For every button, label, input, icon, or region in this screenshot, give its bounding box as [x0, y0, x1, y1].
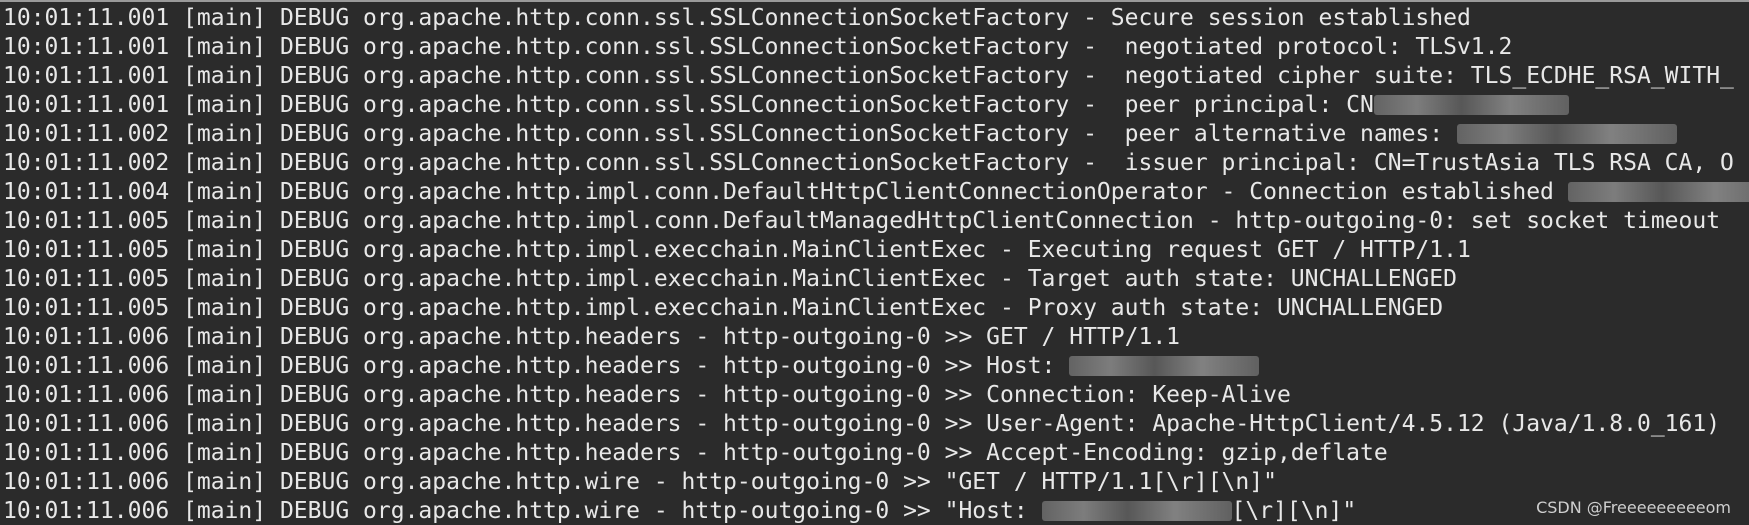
- log-line-text: 10:01:11.001 [main] DEBUG org.apache.htt…: [3, 92, 1374, 118]
- log-line-text: 10:01:11.006 [main] DEBUG org.apache.htt…: [3, 440, 1388, 466]
- log-line: 10:01:11.006 [main] DEBUG org.apache.htt…: [3, 352, 1749, 381]
- log-line: 10:01:11.001 [main] DEBUG org.apache.htt…: [3, 62, 1749, 91]
- log-line-text: 10:01:11.006 [main] DEBUG org.apache.htt…: [3, 382, 1291, 408]
- redacted-blur: [1567, 182, 1749, 202]
- log-line-text: 10:01:11.005 [main] DEBUG org.apache.htt…: [3, 208, 1721, 234]
- log-line: 10:01:11.002 [main] DEBUG org.apache.htt…: [3, 120, 1749, 149]
- redacted-blur: [1041, 501, 1232, 521]
- log-line: 10:01:11.006 [main] DEBUG org.apache.htt…: [3, 497, 1749, 525]
- log-line-text: 10:01:11.005 [main] DEBUG org.apache.htt…: [3, 237, 1471, 263]
- log-line: 10:01:11.006 [main] DEBUG org.apache.htt…: [3, 381, 1749, 410]
- log-line: 10:01:11.001 [main] DEBUG org.apache.htt…: [3, 91, 1749, 120]
- log-line: 10:01:11.001 [main] DEBUG org.apache.htt…: [3, 4, 1749, 33]
- log-line: 10:01:11.005 [main] DEBUG org.apache.htt…: [3, 207, 1749, 236]
- watermark: CSDN @Freeeeeeeeeom: [1536, 498, 1731, 517]
- log-line-text: 10:01:11.006 [main] DEBUG org.apache.htt…: [3, 411, 1721, 437]
- log-line: 10:01:11.001 [main] DEBUG org.apache.htt…: [3, 33, 1749, 62]
- log-line-text: 10:01:11.006 [main] DEBUG org.apache.htt…: [3, 498, 1042, 524]
- log-line-text: 10:01:11.002 [main] DEBUG org.apache.htt…: [3, 121, 1457, 147]
- log-line-text: 10:01:11.006 [main] DEBUG org.apache.htt…: [3, 353, 1070, 379]
- log-line-text: 10:01:11.004 [main] DEBUG org.apache.htt…: [3, 179, 1568, 205]
- log-line-text: 10:01:11.006 [main] DEBUG org.apache.htt…: [3, 469, 1277, 495]
- log-line-text: 10:01:11.001 [main] DEBUG org.apache.htt…: [3, 34, 1513, 60]
- log-line: 10:01:11.005 [main] DEBUG org.apache.htt…: [3, 294, 1749, 323]
- redacted-blur: [1456, 124, 1677, 144]
- log-output: 10:01:11.001 [main] DEBUG org.apache.htt…: [3, 4, 1749, 525]
- log-line-text: 10:01:11.005 [main] DEBUG org.apache.htt…: [3, 266, 1457, 292]
- log-line-text: 10:01:11.002 [main] DEBUG org.apache.htt…: [3, 150, 1734, 176]
- log-line-text: 10:01:11.001 [main] DEBUG org.apache.htt…: [3, 5, 1471, 31]
- log-line: 10:01:11.006 [main] DEBUG org.apache.htt…: [3, 410, 1749, 439]
- log-line: 10:01:11.004 [main] DEBUG org.apache.htt…: [3, 178, 1749, 207]
- log-line-text: 10:01:11.006 [main] DEBUG org.apache.htt…: [3, 324, 1181, 350]
- log-line-text: 10:01:11.001 [main] DEBUG org.apache.htt…: [3, 63, 1734, 89]
- log-line-tail: [\r][\n]": [1231, 498, 1357, 524]
- log-line: 10:01:11.006 [main] DEBUG org.apache.htt…: [3, 439, 1749, 468]
- terminal-window: 10:01:11.001 [main] DEBUG org.apache.htt…: [0, 0, 1749, 525]
- redacted-blur: [1069, 356, 1260, 376]
- log-line: 10:01:11.005 [main] DEBUG org.apache.htt…: [3, 236, 1749, 265]
- redacted-blur: [1373, 95, 1569, 115]
- log-line: 10:01:11.005 [main] DEBUG org.apache.htt…: [3, 265, 1749, 294]
- log-line-text: 10:01:11.005 [main] DEBUG org.apache.htt…: [3, 295, 1444, 321]
- log-line: 10:01:11.006 [main] DEBUG org.apache.htt…: [3, 323, 1749, 352]
- log-line: 10:01:11.002 [main] DEBUG org.apache.htt…: [3, 149, 1749, 178]
- log-line: 10:01:11.006 [main] DEBUG org.apache.htt…: [3, 468, 1749, 497]
